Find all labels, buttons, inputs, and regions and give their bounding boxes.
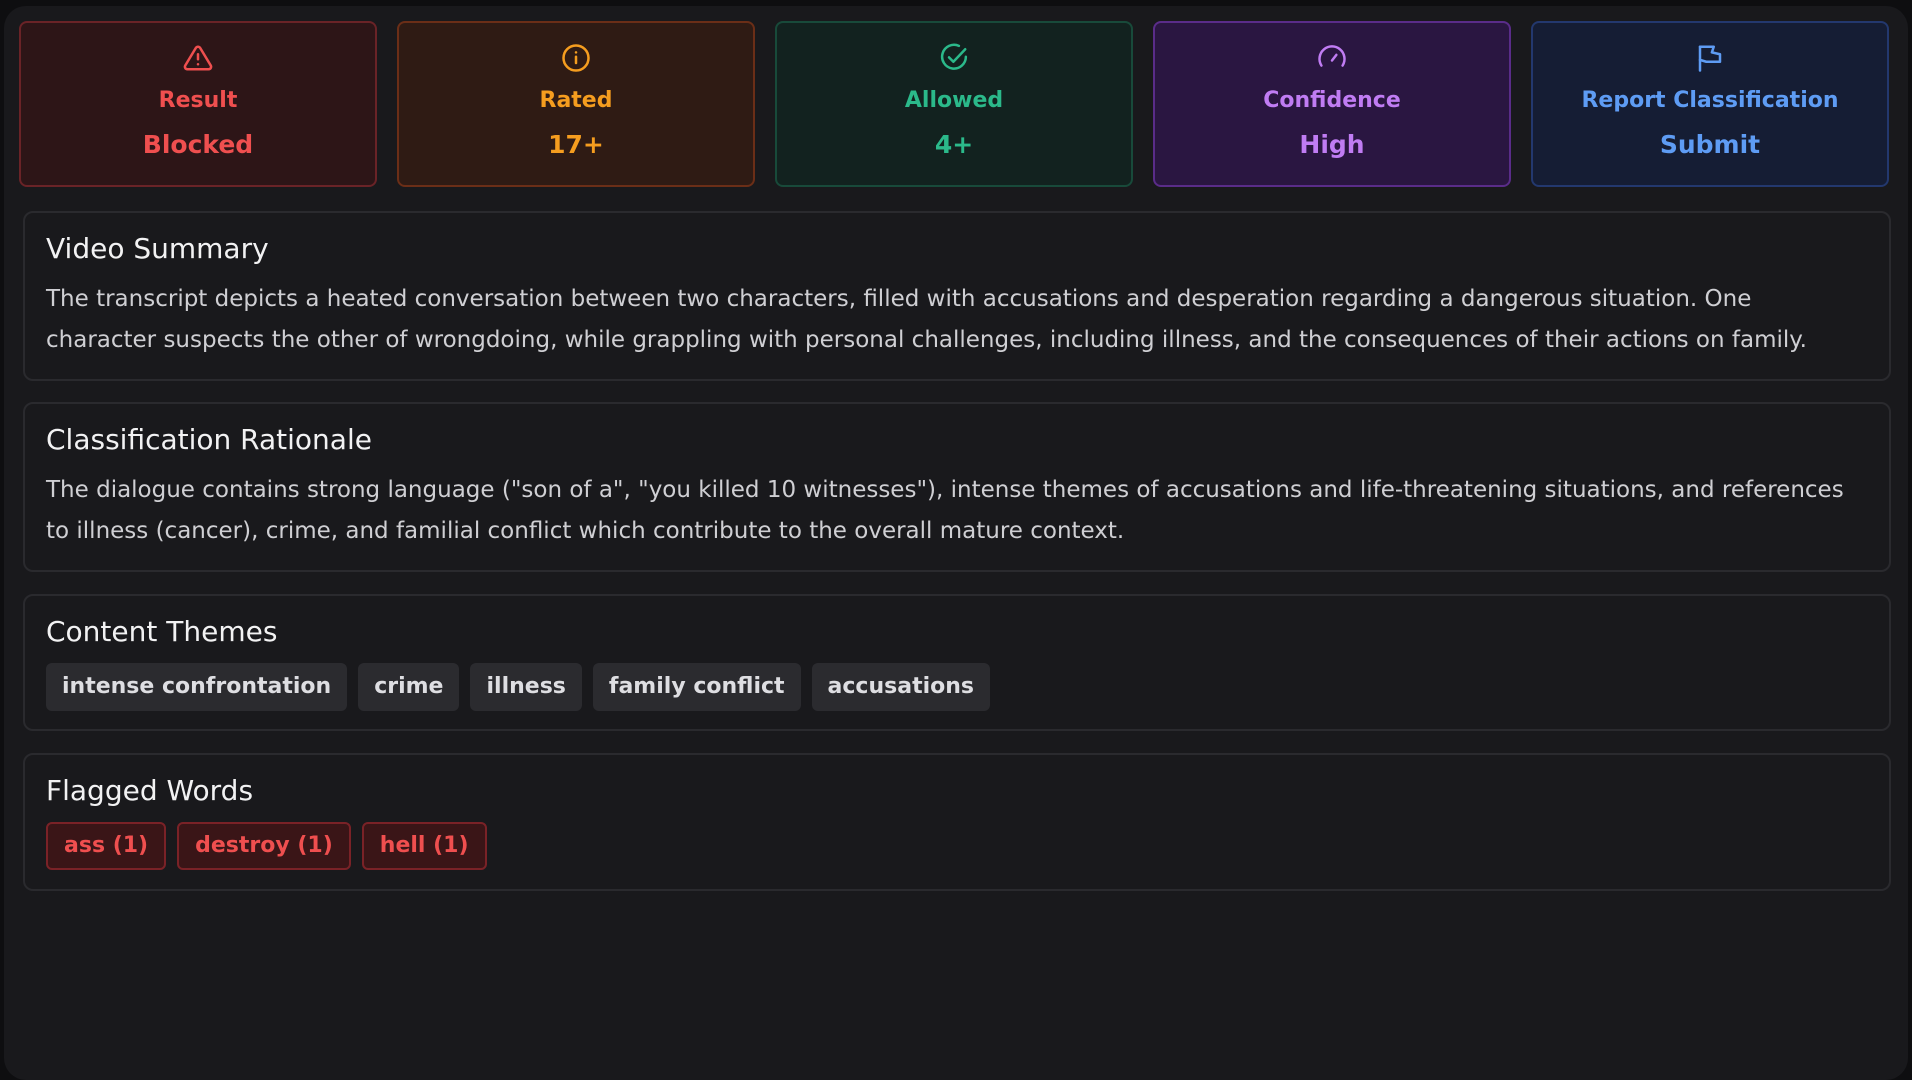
- rated-value: 17+: [548, 130, 604, 159]
- flagged-words-panel: Flagged Words ass (1) destroy (1) hell (…: [23, 753, 1891, 891]
- flagged-word-badge: ass (1): [46, 822, 167, 870]
- flagged-word-badge: hell (1): [361, 822, 487, 870]
- result-value: Blocked: [142, 130, 254, 159]
- theme-tag: crime: [358, 663, 460, 711]
- report-classification-button[interactable]: Report Classification Submit: [1531, 21, 1889, 187]
- theme-tag: illness: [470, 663, 582, 711]
- gauge-icon: [1318, 45, 1346, 67]
- stat-card-row: Result Blocked Rated 17+ Allowed 4+ Conf…: [19, 21, 1889, 189]
- rated-card: Rated 17+: [397, 21, 755, 187]
- video-summary-panel: Video Summary The transcript depicts a h…: [23, 211, 1891, 381]
- submit-label: Submit: [1659, 130, 1761, 159]
- theme-tag-list: intense confrontation crime illness fami…: [46, 663, 1868, 711]
- flagged-words-title: Flagged Words: [46, 774, 254, 807]
- classification-rationale-title: Classification Rationale: [46, 423, 372, 456]
- classification-rationale-panel: Classification Rationale The dialogue co…: [23, 402, 1891, 572]
- theme-tag: accusations: [811, 663, 991, 711]
- confidence-card: Confidence High: [1153, 21, 1511, 187]
- confidence-value: High: [1299, 130, 1365, 159]
- warning-triangle-icon: [183, 45, 213, 71]
- confidence-label: Confidence: [1263, 88, 1401, 113]
- info-circle-icon: [562, 44, 590, 72]
- theme-tag: intense confrontation: [46, 663, 348, 711]
- report-classification-label: Report Classification: [1581, 88, 1839, 113]
- check-circle-icon: [940, 43, 968, 70]
- result-label: Result: [158, 88, 238, 113]
- content-themes-panel: Content Themes intense confrontation cri…: [23, 594, 1891, 731]
- flagged-word-list: ass (1) destroy (1) hell (1): [46, 822, 1868, 870]
- flag-icon: [1698, 45, 1722, 72]
- allowed-label: Allowed: [904, 88, 1004, 113]
- theme-tag: family conflict: [592, 663, 801, 711]
- allowed-card: Allowed 4+: [775, 21, 1133, 187]
- video-summary-title: Video Summary: [46, 232, 269, 265]
- video-summary-text: The transcript depicts a heated conversa…: [46, 286, 1807, 353]
- content-themes-title: Content Themes: [46, 615, 278, 648]
- rated-label: Rated: [539, 88, 613, 113]
- flagged-word-badge: destroy (1): [177, 822, 351, 870]
- classification-rationale-text: The dialogue contains strong language ("…: [46, 477, 1844, 544]
- allowed-value: 4+: [934, 130, 974, 159]
- result-card: Result Blocked: [19, 21, 377, 187]
